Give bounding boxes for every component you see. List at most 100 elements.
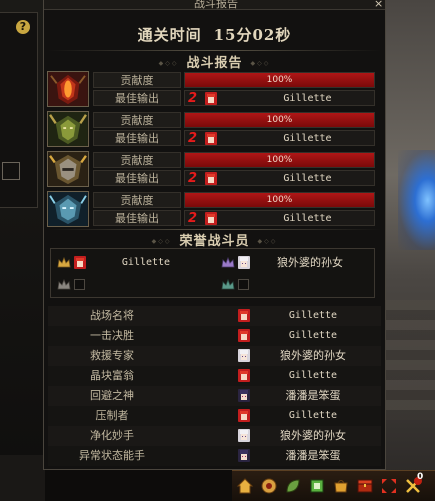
home-icon[interactable] xyxy=(236,477,254,495)
honor-section-title: 荣誉战斗员 xyxy=(44,230,385,249)
best-output-label: 最佳输出 xyxy=(93,210,181,226)
title-name: 净化妙手 xyxy=(90,429,134,442)
notification-count: 0 xyxy=(417,472,424,482)
title-row: 一击决胜 Gillette xyxy=(48,326,381,346)
title-row: 净化妙手 狼外婆的孙女 xyxy=(48,426,381,446)
window-titlebar: 战斗报告 × xyxy=(44,0,385,10)
contribution-label: 贡献度 xyxy=(93,72,181,88)
title-name: 异常状态能手 xyxy=(79,449,145,462)
left-bottom-panel xyxy=(0,455,45,501)
best-output-name: Gillette xyxy=(283,133,332,144)
title-winner: 狼外婆的孙女 xyxy=(280,349,346,362)
chest-icon[interactable] xyxy=(356,477,374,495)
leaf-icon[interactable] xyxy=(284,477,302,495)
red-haired-character-icon xyxy=(205,92,217,105)
contribution-bar: 100% xyxy=(184,72,375,88)
title-name: 一击决胜 xyxy=(90,329,134,342)
dark-haired-character-icon xyxy=(238,449,250,462)
best-rank: 2 xyxy=(188,91,198,106)
contribution-value: 100% xyxy=(266,75,293,85)
contribution-bar: 100% xyxy=(184,152,375,168)
fullscreen-icon[interactable] xyxy=(380,477,398,495)
title-name: 压制者 xyxy=(95,409,129,422)
title-row: 战场名将 Gillette xyxy=(48,306,381,326)
red-haired-character-icon xyxy=(74,256,86,269)
contribution-bar: 100% xyxy=(184,192,375,208)
shop-icon[interactable] xyxy=(332,477,350,495)
red-demon-mask-icon xyxy=(47,71,89,107)
blue-portal-glow xyxy=(398,150,435,250)
player-row: 贡献度 最佳输出 100% 2 Gillette xyxy=(47,111,375,147)
clear-time-value: 15分02秒 xyxy=(213,26,292,44)
best-output-box: 2 Gillette xyxy=(184,130,375,146)
bottom-toolbar: 0 xyxy=(232,470,435,501)
title-winner: 狼外婆的孙女 xyxy=(280,429,346,442)
silver-crown-icon xyxy=(57,279,71,291)
gold-helm-mask-icon xyxy=(47,151,89,187)
purple-crown-icon xyxy=(221,257,235,269)
red-haired-character-icon xyxy=(205,132,217,145)
red-haired-character-icon xyxy=(205,172,217,185)
best-output-label: 最佳输出 xyxy=(93,130,181,146)
best-rank: 2 xyxy=(188,171,198,186)
divider xyxy=(48,50,381,51)
left-side-input-field[interactable] xyxy=(2,162,20,180)
dark-haired-character-icon xyxy=(238,389,250,402)
best-output-label: 最佳输出 xyxy=(93,90,181,106)
honor-member: 狼外婆的孙女 xyxy=(221,255,371,275)
title-winner: Gillette xyxy=(288,330,338,341)
title-winner: 潘潘是笨蛋 xyxy=(285,389,341,402)
best-output-label: 最佳输出 xyxy=(93,170,181,186)
title-row: 压制者 Gillette xyxy=(48,406,381,426)
red-haired-character-icon xyxy=(238,329,250,342)
window-title: 战斗报告 xyxy=(194,0,238,10)
title-row: 救援专家 狼外婆的孙女 xyxy=(48,346,381,366)
gold-crown-icon xyxy=(57,257,71,269)
mail-icon[interactable] xyxy=(260,477,278,495)
teal-crown-icon xyxy=(221,279,235,291)
best-output-box: 2 Gillette xyxy=(184,210,375,226)
title-name: 晶块富翁 xyxy=(90,369,134,382)
player-row: 贡献度 最佳输出 100% 2 Gillette xyxy=(47,191,375,227)
title-row: 晶块富翁 Gillette xyxy=(48,366,381,386)
red-haired-character-icon xyxy=(238,369,250,382)
player-row: 贡献度 最佳输出 100% 2 Gillette xyxy=(47,151,375,187)
contribution-label: 贡献度 xyxy=(93,152,181,168)
title-name: 回避之神 xyxy=(90,389,134,402)
stone-stairs xyxy=(386,300,435,420)
help-icon[interactable]: ? xyxy=(16,20,30,34)
clear-time-label: 通关时间 xyxy=(137,26,202,44)
contribution-label: 贡献度 xyxy=(93,112,181,128)
title-winner: Gillette xyxy=(288,370,338,381)
game-scene-background xyxy=(386,0,435,501)
honor-member-name: Gillette xyxy=(121,257,171,268)
guild-icon[interactable] xyxy=(308,477,326,495)
contribution-value: 100% xyxy=(266,155,293,165)
best-output-name: Gillette xyxy=(283,213,332,224)
title-name: 救援专家 xyxy=(90,349,134,362)
red-haired-character-icon xyxy=(238,309,250,322)
empty-slot xyxy=(74,279,85,290)
honor-member-empty xyxy=(221,277,371,297)
white-haired-character-icon xyxy=(238,429,250,442)
clear-time: 通关时间 15分02秒 xyxy=(44,24,385,45)
titles-table: 战场名将 Gillette 一击决胜 Gillette 救援专家 狼外婆的孙女 … xyxy=(48,306,381,466)
contribution-value: 100% xyxy=(266,195,293,205)
title-winner: 潘潘是笨蛋 xyxy=(285,449,341,462)
title-winner: Gillette xyxy=(288,310,338,321)
close-button[interactable]: × xyxy=(374,0,383,10)
honor-member-empty xyxy=(57,277,207,297)
honor-members-panel: Gillette 狼外婆的孙女 xyxy=(50,248,375,298)
honor-member-name: 狼外婆的孙女 xyxy=(277,256,343,269)
contribution-label: 贡献度 xyxy=(93,192,181,208)
title-row: 异常状态能手 潘潘是笨蛋 xyxy=(48,446,381,466)
title-name: 战场名将 xyxy=(90,309,134,322)
best-output-box: 2 Gillette xyxy=(184,90,375,106)
empty-slot xyxy=(238,279,249,290)
battle-report-section-title: 战斗报告 xyxy=(44,52,385,71)
red-haired-character-icon xyxy=(238,409,250,422)
best-output-name: Gillette xyxy=(283,173,332,184)
green-horned-mask-icon xyxy=(47,111,89,147)
title-row: 回避之神 潘潘是笨蛋 xyxy=(48,386,381,406)
best-output-box: 2 Gillette xyxy=(184,170,375,186)
